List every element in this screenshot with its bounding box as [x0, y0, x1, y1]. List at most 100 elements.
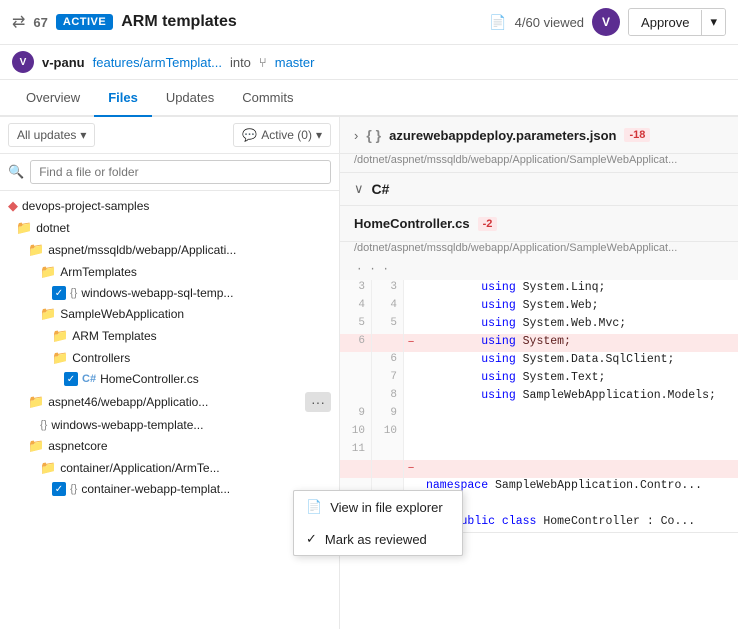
code-content: using SampleWebApplication.Models;	[418, 388, 738, 406]
tree-container-app[interactable]: 📁 container/Application/ArmTe...	[0, 457, 339, 479]
context-menu: 📄 View in file explorer ✓ Mark as review…	[293, 490, 340, 556]
line-marker	[404, 316, 418, 334]
tree-aspnetcore[interactable]: 📁 aspnetcore	[0, 435, 339, 457]
tree-label: windows-webapp-template...	[51, 418, 203, 432]
tree-label: HomeController.cs	[100, 372, 199, 386]
tree-aspnet46[interactable]: 📁 aspnet46/webapp/Applicatio... ···	[0, 389, 339, 415]
tree-armtemplates[interactable]: 📁 ArmTemplates	[0, 261, 339, 283]
line-marker	[404, 406, 418, 424]
pr-number: 67	[33, 15, 47, 30]
new-line-num	[372, 442, 404, 460]
line-marker	[404, 388, 418, 406]
tree-label: devops-project-samples	[22, 199, 149, 213]
active-comment-btn[interactable]: 💬 Active (0) ▾	[233, 123, 331, 147]
viewed-count: 4/60 viewed	[515, 15, 584, 30]
new-line-num: 9	[372, 406, 404, 424]
file1-change-badge: -18	[624, 128, 650, 142]
pr-title: ARM templates	[121, 13, 237, 31]
tree-label: aspnetcore	[48, 439, 107, 453]
code-content: {	[418, 496, 738, 514]
approve-button[interactable]: Approve	[629, 10, 702, 35]
filter-bar: All updates ▾ 💬 Active (0) ▾	[0, 117, 339, 154]
cs-icon: C#	[82, 373, 96, 385]
tree-root[interactable]: ◆ devops-project-samples	[0, 195, 339, 217]
context-menu-btn[interactable]: ···	[305, 392, 331, 412]
check-icon: ✓	[306, 531, 317, 547]
folder-icon: 📁	[52, 328, 68, 344]
tree-arm-templates2[interactable]: 📁 ARM Templates	[0, 325, 339, 347]
search-input[interactable]	[30, 160, 331, 184]
tab-files[interactable]: Files	[94, 80, 152, 117]
context-menu-label: View in file explorer	[330, 500, 340, 515]
into-label: into	[230, 55, 251, 70]
tree-label: aspnet/mssqldb/webapp/Applicati...	[48, 243, 236, 257]
branch-icon: ⑂	[259, 55, 267, 70]
tree-container-webapp[interactable]: ✓ {} container-webapp-templat...	[0, 479, 339, 499]
code-row-del2: −	[340, 460, 738, 478]
code-content: using System.Data.SqlClient;	[418, 352, 738, 370]
tab-updates[interactable]: Updates	[152, 80, 228, 117]
tree-dotnet[interactable]: 📁 dotnet	[0, 217, 339, 239]
chevron-down-icon: ▾	[80, 128, 86, 142]
top-bar: ⇄ 67 ACTIVE ARM templates 📄 4/60 viewed …	[0, 0, 738, 45]
tree-windows-webapp[interactable]: {} windows-webapp-template...	[0, 415, 339, 435]
active-count-label: Active (0)	[261, 128, 312, 142]
tab-commits[interactable]: Commits	[228, 80, 307, 117]
comment-icon: 💬	[242, 128, 257, 142]
tabs-bar: Overview Files Updates Commits	[0, 80, 738, 117]
tree-controllers[interactable]: 📁 Controllers	[0, 347, 339, 369]
root-icon: ◆	[8, 198, 18, 214]
file-header-1: › { } azurewebappdeploy.parameters.json …	[340, 117, 738, 154]
context-menu-item-explorer[interactable]: 📄 View in file explorer	[294, 491, 340, 523]
folder-icon: 📁	[40, 460, 56, 476]
new-line-num: 5	[372, 316, 404, 334]
new-line-num: 3	[372, 280, 404, 298]
code-row-8: 8 using SampleWebApplication.Models;	[340, 388, 738, 406]
code-content: using System.Web.Mvc;	[418, 316, 738, 334]
all-updates-btn[interactable]: All updates ▾	[8, 123, 95, 147]
code-row-6-del: 6 − using System;	[340, 334, 738, 352]
old-line-num: 4	[340, 298, 372, 316]
collapse-icon-2[interactable]: ∨	[354, 181, 364, 197]
code-row-4: 4 4 using System.Web;	[340, 298, 738, 316]
json-icon: {}	[70, 483, 77, 495]
code-content: namespace SampleWebApplication.Contro...	[418, 478, 738, 496]
file2-path: /dotnet/aspnet/mssqldb/webapp/Applicatio…	[340, 242, 738, 260]
branch-to[interactable]: master	[275, 55, 315, 70]
folder-icon: 📁	[40, 306, 56, 322]
code-row-7: 7 using System.Text;	[340, 370, 738, 388]
author-bar: V v-panu features/armTemplat... into ⑂ m…	[0, 45, 738, 80]
tree-samplewebapp[interactable]: 📁 SampleWebApplication	[0, 303, 339, 325]
search-icon: 🔍	[8, 164, 24, 180]
approve-button-group[interactable]: Approve ▾	[628, 8, 726, 36]
approve-dropdown-btn[interactable]: ▾	[702, 9, 725, 35]
tab-overview[interactable]: Overview	[12, 80, 94, 117]
pr-icon: ⇄	[12, 12, 25, 32]
tree-windows-sql[interactable]: ✓ {} windows-webapp-sql-temp...	[0, 283, 339, 303]
folder-icon: 📁	[28, 394, 44, 410]
folder-icon: 📁	[16, 220, 32, 236]
tree-aspnet[interactable]: 📁 aspnet/mssqldb/webapp/Applicati...	[0, 239, 339, 261]
file-icon: 📄	[489, 14, 506, 31]
code-row-5: 5 5 using System.Web.Mvc;	[340, 316, 738, 334]
context-menu-item-reviewed[interactable]: ✓ Mark as reviewed	[294, 523, 340, 555]
collapse-icon-1[interactable]: ›	[354, 128, 358, 143]
context-menu-label2: Mark as reviewed	[325, 532, 340, 547]
tree-homecontroller[interactable]: ✓ C# HomeController.cs	[0, 369, 339, 389]
file2-name: HomeController.cs	[354, 216, 470, 231]
code-content: using System.Linq;	[418, 280, 738, 298]
branch-from[interactable]: features/armTemplat...	[93, 55, 222, 70]
code-content: using System.Web;	[418, 298, 738, 316]
tree-label: ArmTemplates	[60, 265, 137, 279]
code-content: public class HomeController : Co...	[418, 514, 738, 532]
folder-icon: 📁	[28, 242, 44, 258]
code-row-11: 11	[340, 442, 738, 460]
code-row-10: 10 10	[340, 424, 738, 442]
checkbox: ✓	[52, 286, 66, 300]
code-row-9: 9 9	[340, 406, 738, 424]
line-marker-del: −	[404, 334, 418, 352]
line-marker	[404, 370, 418, 388]
code-content	[418, 442, 738, 460]
author-name: v-panu	[42, 55, 85, 70]
checkbox: ✓	[52, 482, 66, 496]
